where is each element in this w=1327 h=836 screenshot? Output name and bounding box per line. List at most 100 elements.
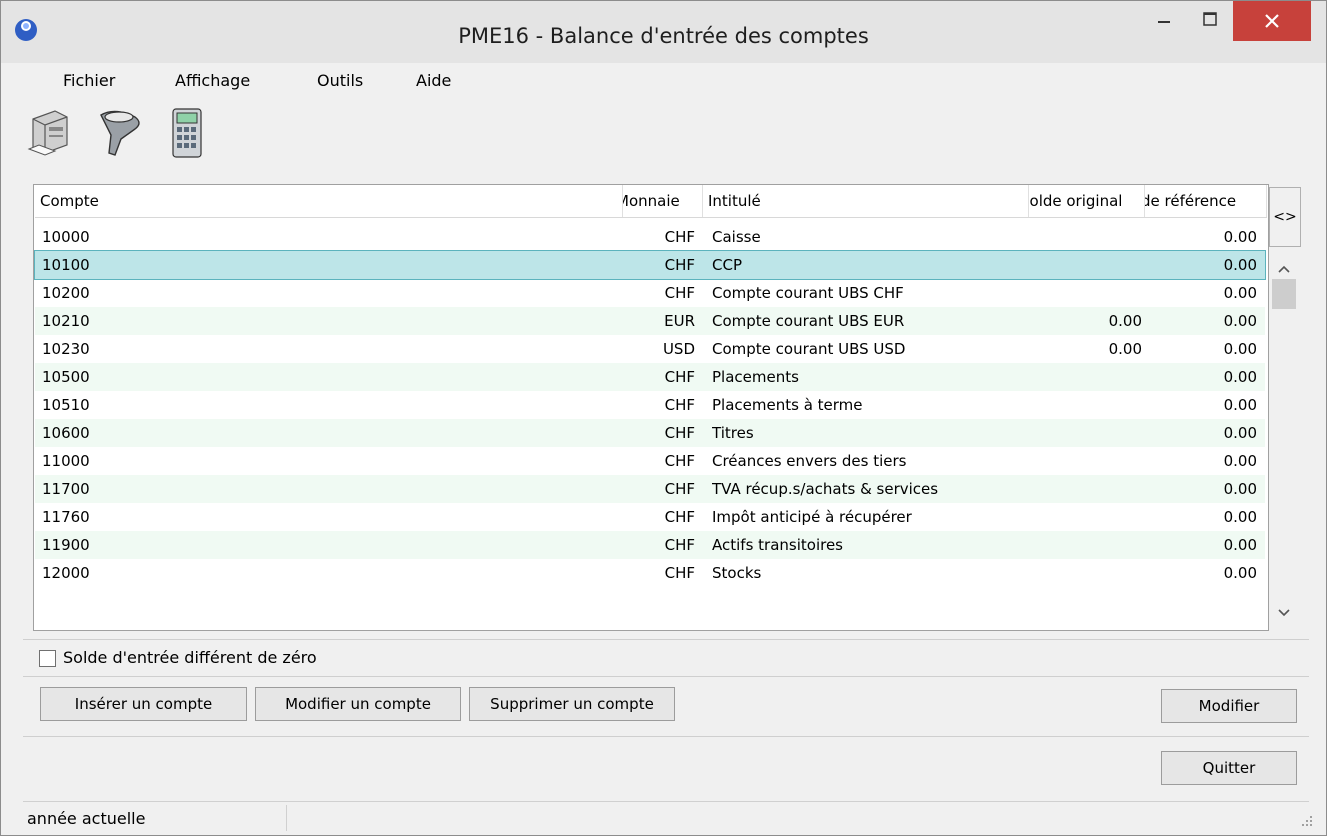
cell-solde-reference: 0.00 xyxy=(1223,396,1257,414)
column-header-intitule[interactable]: Intitulé xyxy=(703,185,1029,217)
table-row[interactable]: 10500 CHF Placements 0.00 xyxy=(35,363,1265,391)
cell-solde-reference: 0.00 xyxy=(1223,284,1257,302)
menu-fichier[interactable]: Fichier xyxy=(63,71,115,90)
status-bar xyxy=(23,801,1309,836)
scroll-down-icon[interactable] xyxy=(1269,601,1299,625)
scroll-up-icon[interactable] xyxy=(1269,257,1299,281)
table-row[interactable]: 12000 CHF Stocks 0.00 xyxy=(35,559,1265,587)
cell-monnaie: CHF xyxy=(664,564,695,582)
table-row-selected[interactable]: 10100 CHF CCP 0.00 xyxy=(34,250,1266,280)
toggle-columns-button[interactable]: <> xyxy=(1269,187,1301,247)
maximize-button[interactable] xyxy=(1187,1,1233,41)
cell-solde-original xyxy=(1035,223,1142,251)
cell-intitule: Créances envers des tiers xyxy=(712,452,907,470)
cell-solde-original xyxy=(1035,419,1142,447)
table-row[interactable]: 10200 CHF Compte courant UBS CHF 0.00 xyxy=(35,279,1265,307)
cell-solde-original xyxy=(1035,391,1142,419)
filter-funnel-icon[interactable] xyxy=(95,105,143,161)
table-row[interactable]: 11700 CHF TVA récup.s/achats & services … xyxy=(35,475,1265,503)
status-year-label: année actuelle xyxy=(27,809,146,828)
nonzero-balance-label[interactable]: Solde d'entrée différent de zéro xyxy=(63,648,317,667)
table-row[interactable]: 11900 CHF Actifs transitoires 0.00 xyxy=(35,531,1265,559)
cell-solde-original: 0.00 xyxy=(1108,340,1142,358)
cell-intitule: Stocks xyxy=(712,564,762,582)
cell-compte: 10510 xyxy=(42,396,90,414)
cell-monnaie: CHF xyxy=(664,368,695,386)
modify-button[interactable]: Modifier xyxy=(1161,689,1297,723)
cell-monnaie: CHF xyxy=(664,228,695,246)
cell-intitule: Impôt anticipé à récupérer xyxy=(712,508,912,526)
delete-account-button[interactable]: Supprimer un compte xyxy=(469,687,675,721)
cell-solde-reference: 0.00 xyxy=(1223,508,1257,526)
table-row[interactable]: 10000 CHF Caisse 0.00 xyxy=(35,223,1265,251)
main-window: PME16 - Balance d'entrée des comptes Fic… xyxy=(0,0,1327,836)
cell-intitule: Placements à terme xyxy=(712,396,863,414)
cell-monnaie: CHF xyxy=(664,284,695,302)
cell-compte: 10230 xyxy=(42,340,90,358)
cell-solde-original xyxy=(1035,279,1142,307)
table-row[interactable]: 10230 USD Compte courant UBS USD 0.00 0.… xyxy=(35,335,1265,363)
close-button[interactable] xyxy=(1233,1,1311,41)
column-header-solde-original[interactable]: Solde original xyxy=(1029,185,1145,217)
cell-solde-reference: 0.00 xyxy=(1223,256,1257,274)
cell-intitule: CCP xyxy=(712,256,742,274)
cell-monnaie: CHF xyxy=(664,396,695,414)
column-header-solde-reference[interactable]: de référence xyxy=(1145,185,1267,217)
printer-icon[interactable] xyxy=(25,105,73,161)
cell-solde-reference: 0.00 xyxy=(1223,536,1257,554)
cell-intitule: Compte courant UBS EUR xyxy=(712,312,905,330)
cell-compte: 10210 xyxy=(42,312,90,330)
divider xyxy=(23,639,1309,640)
divider xyxy=(23,736,1309,737)
minimize-button[interactable] xyxy=(1141,1,1187,41)
menu-outils[interactable]: Outils xyxy=(317,71,363,90)
vertical-scrollbar[interactable] xyxy=(1269,249,1299,629)
column-header-monnaie[interactable]: Monnaie xyxy=(623,185,703,217)
cell-intitule: Placements xyxy=(712,368,799,386)
column-header-solde-original-label: Solde original xyxy=(1029,192,1123,210)
nonzero-balance-checkbox[interactable] xyxy=(39,650,56,667)
cell-solde-original xyxy=(1035,363,1142,391)
title-bar[interactable]: PME16 - Balance d'entrée des comptes xyxy=(1,1,1326,63)
menu-aide[interactable]: Aide xyxy=(416,71,451,90)
cell-solde-reference: 0.00 xyxy=(1223,452,1257,470)
cell-monnaie: CHF xyxy=(664,424,695,442)
scroll-thumb[interactable] xyxy=(1272,279,1296,309)
cell-compte: 10100 xyxy=(42,256,90,274)
cell-compte: 11900 xyxy=(42,536,90,554)
menu-affichage[interactable]: Affichage xyxy=(175,71,250,90)
cell-solde-original xyxy=(1035,503,1142,531)
status-divider xyxy=(286,805,287,831)
cell-monnaie: CHF xyxy=(664,256,695,274)
cell-compte: 10600 xyxy=(42,424,90,442)
cell-compte: 12000 xyxy=(42,564,90,582)
cell-solde-reference: 0.00 xyxy=(1223,340,1257,358)
table-row[interactable]: 11000 CHF Créances envers des tiers 0.00 xyxy=(35,447,1265,475)
table-row[interactable]: 11760 CHF Impôt anticipé à récupérer 0.0… xyxy=(35,503,1265,531)
cell-monnaie: USD xyxy=(662,340,695,358)
cell-solde-original xyxy=(1035,531,1142,559)
insert-account-button[interactable]: Insérer un compte xyxy=(40,687,247,721)
cell-solde-original: 0.00 xyxy=(1108,312,1142,330)
cell-compte: 11700 xyxy=(42,480,90,498)
cell-intitule: Actifs transitoires xyxy=(712,536,843,554)
table-row[interactable]: 10600 CHF Titres 0.00 xyxy=(35,419,1265,447)
calculator-icon[interactable] xyxy=(169,105,217,161)
column-header-solde-reference-label: de référence xyxy=(1145,192,1237,210)
resize-grip-icon[interactable] xyxy=(1301,815,1313,827)
cell-intitule: Compte courant UBS USD xyxy=(712,340,906,358)
list-header: Compte Monnaie Intitulé Solde original d… xyxy=(35,185,1267,218)
cell-solde-reference: 0.00 xyxy=(1223,312,1257,330)
cell-monnaie: EUR xyxy=(664,312,695,330)
table-row[interactable]: 10510 CHF Placements à terme 0.00 xyxy=(35,391,1265,419)
cell-solde-reference: 0.00 xyxy=(1223,228,1257,246)
cell-solde-reference: 0.00 xyxy=(1223,480,1257,498)
cell-solde-reference: 0.00 xyxy=(1223,424,1257,442)
edit-account-button[interactable]: Modifier un compte xyxy=(255,687,461,721)
cell-intitule: Titres xyxy=(712,424,754,442)
cell-monnaie: CHF xyxy=(664,508,695,526)
column-header-compte[interactable]: Compte xyxy=(35,185,623,217)
table-row[interactable]: 10210 EUR Compte courant UBS EUR 0.00 0.… xyxy=(35,307,1265,335)
quit-button[interactable]: Quitter xyxy=(1161,751,1297,785)
cell-solde-original xyxy=(1035,447,1142,475)
